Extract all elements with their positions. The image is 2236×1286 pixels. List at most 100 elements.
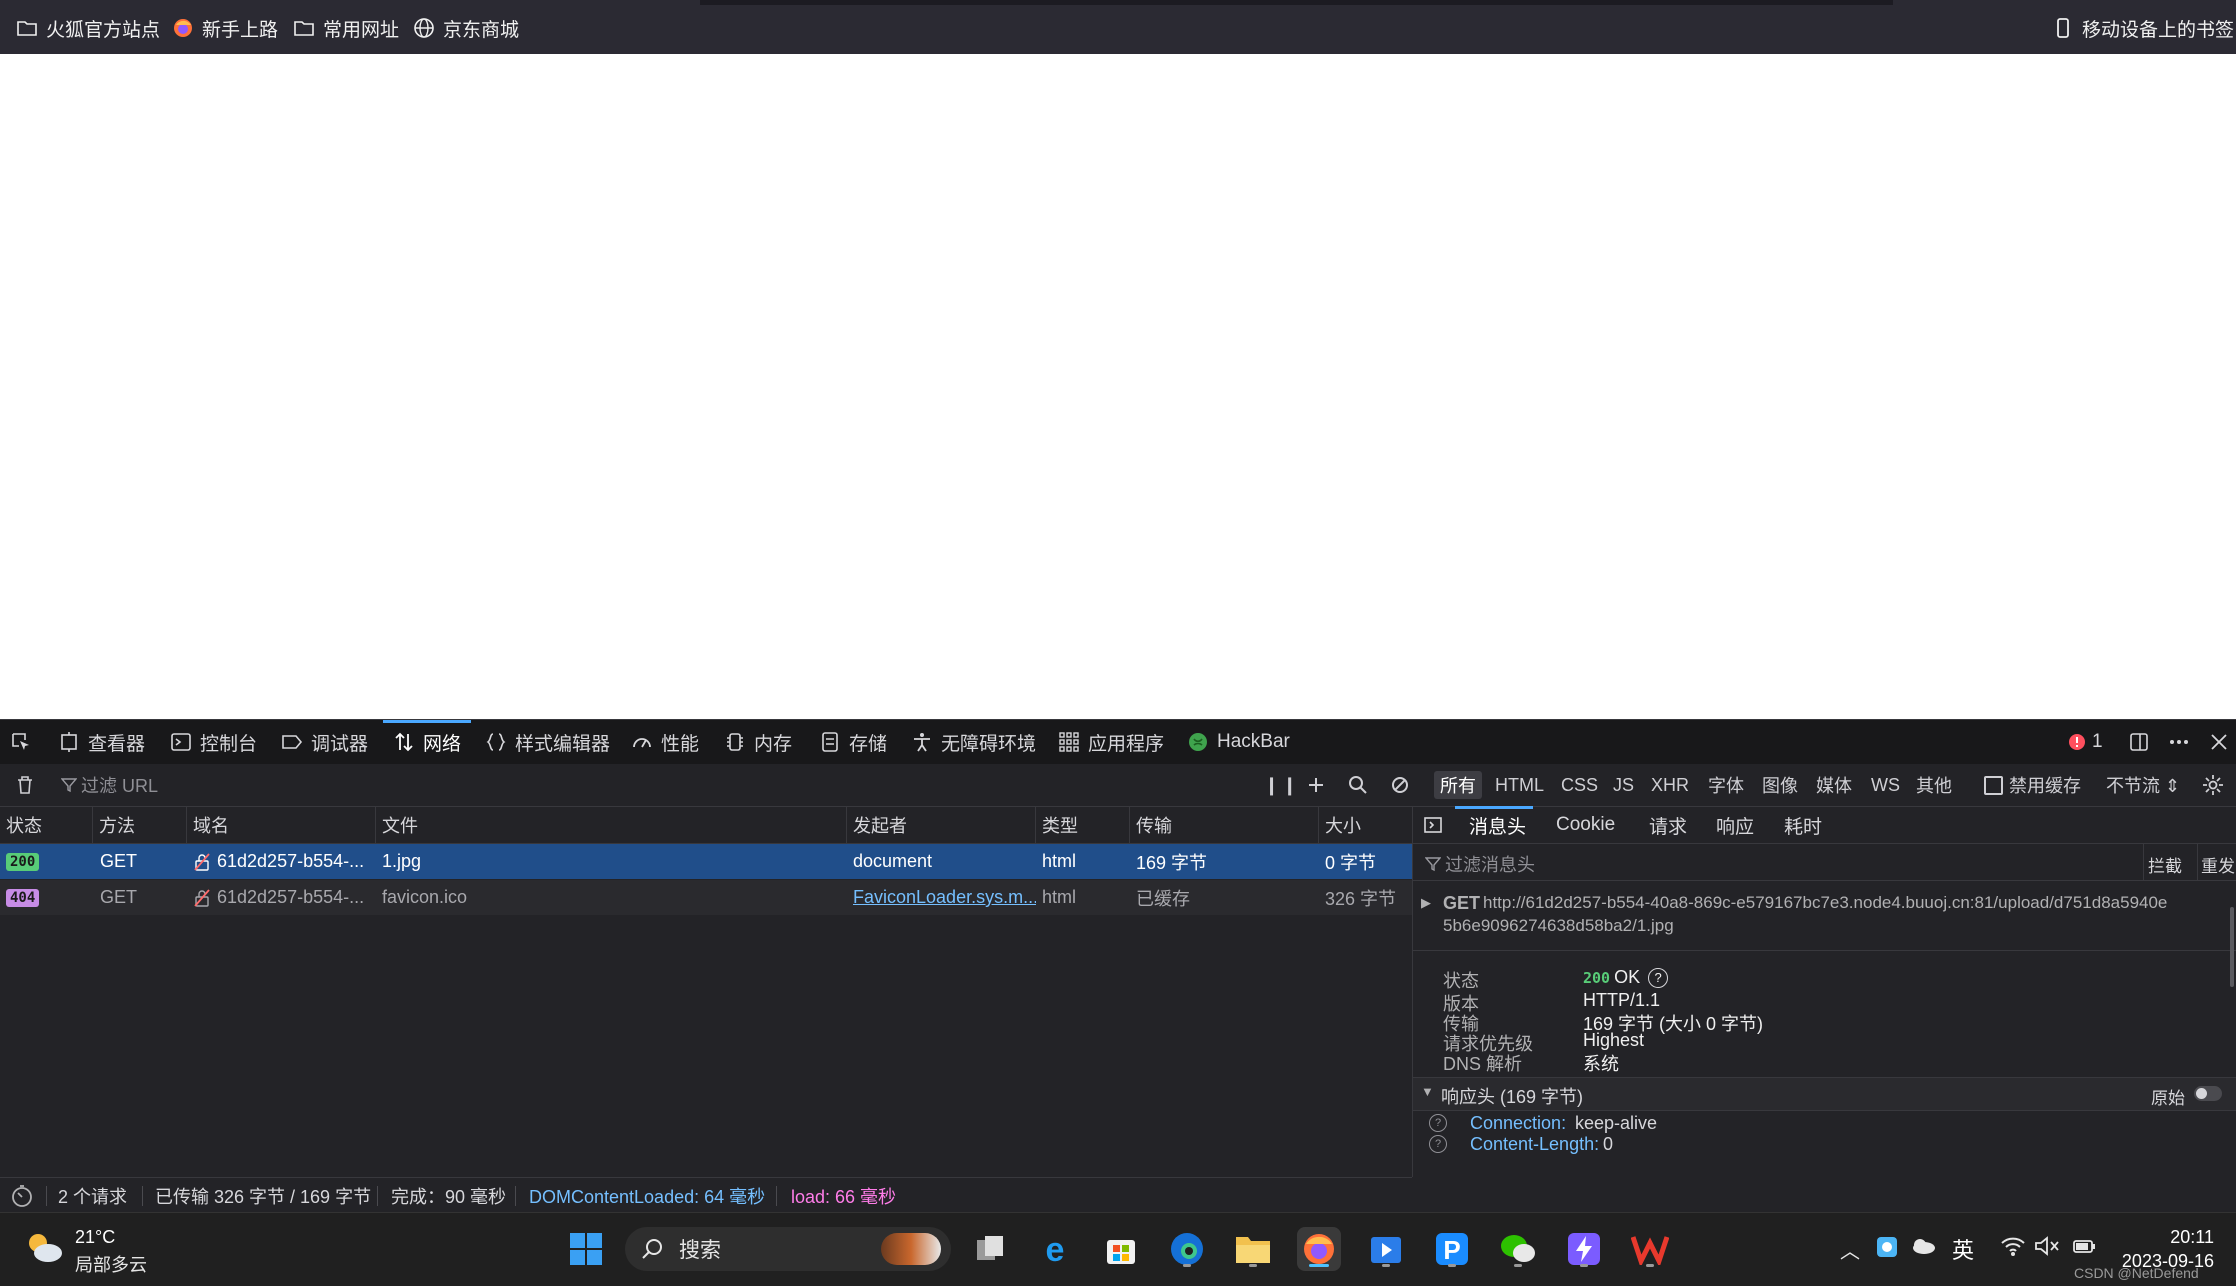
disable-cache-checkbox[interactable]: 禁用缓存 bbox=[1978, 771, 2087, 799]
table-row[interactable]: 200 GET 61d2d257-b554-... 1.jpg document… bbox=[0, 844, 1412, 879]
tab-request[interactable]: 请求 bbox=[1649, 807, 1687, 843]
tab-response[interactable]: 响应 bbox=[1716, 807, 1754, 843]
wifi-icon[interactable] bbox=[2000, 1235, 2026, 1262]
onedrive-icon[interactable] bbox=[1910, 1237, 1936, 1260]
bookmark-common-sites[interactable]: 常用网址 bbox=[293, 14, 399, 42]
wps-icon bbox=[1631, 1236, 1669, 1265]
video-app[interactable] bbox=[1364, 1227, 1408, 1271]
expand-arrow-icon[interactable]: ▶ bbox=[1421, 895, 1431, 911]
table-row[interactable]: 404 GET 61d2d257-b554-... favicon.ico Fa… bbox=[0, 880, 1412, 915]
filter-xhr[interactable]: XHR bbox=[1645, 771, 1695, 799]
column-transfer[interactable]: 传输 bbox=[1130, 807, 1319, 843]
filter-all[interactable]: 所有 bbox=[1434, 771, 1482, 799]
column-status[interactable]: 状态 bbox=[0, 807, 93, 843]
tab-console[interactable]: 控制台 bbox=[170, 720, 257, 764]
tab-application[interactable]: 应用程序 bbox=[1058, 720, 1164, 764]
size-cell: 0 字节 bbox=[1325, 852, 1377, 873]
battery-icon[interactable] bbox=[2072, 1235, 2098, 1262]
tab-storage[interactable]: 存储 bbox=[819, 720, 887, 764]
ime-indicator[interactable]: 英 bbox=[1952, 1233, 1974, 1265]
tab-hackbar[interactable]: HackBar bbox=[1187, 720, 1290, 764]
pause-button[interactable]: ❙❙ bbox=[1258, 771, 1306, 799]
tray-app-icon[interactable] bbox=[1875, 1235, 1899, 1264]
tab-timings[interactable]: 耗时 bbox=[1784, 807, 1822, 843]
toggle-sidebar-button[interactable] bbox=[1423, 807, 1443, 843]
filter-ws[interactable]: WS bbox=[1865, 771, 1906, 799]
block-requests-button[interactable] bbox=[1384, 771, 1416, 799]
network-settings-button[interactable] bbox=[2196, 771, 2230, 799]
column-domain[interactable]: 域名 bbox=[187, 807, 376, 843]
filter-media[interactable]: 媒体 bbox=[1810, 771, 1858, 799]
task-view-button[interactable] bbox=[968, 1227, 1012, 1271]
firefox-app[interactable] bbox=[1297, 1227, 1341, 1271]
element-picker-button[interactable] bbox=[10, 720, 32, 764]
wps-app[interactable] bbox=[1628, 1227, 1672, 1271]
block-button[interactable]: 拦截 bbox=[2148, 852, 2182, 877]
filter-other[interactable]: 其他 bbox=[1910, 771, 1958, 799]
help-icon[interactable]: ? bbox=[1429, 1114, 1447, 1132]
start-button[interactable] bbox=[564, 1227, 608, 1271]
throttle-select[interactable]: 不节流 ⇕ bbox=[2100, 771, 2186, 799]
store-app[interactable] bbox=[1099, 1227, 1143, 1271]
filter-url-input[interactable]: 过滤 URL bbox=[55, 771, 827, 799]
raw-toggle[interactable] bbox=[2194, 1086, 2222, 1101]
volume-muted-icon[interactable] bbox=[2034, 1235, 2060, 1262]
file-explorer-app[interactable] bbox=[1231, 1227, 1275, 1271]
filter-fonts[interactable]: 字体 bbox=[1702, 771, 1750, 799]
wechat-app[interactable] bbox=[1496, 1227, 1540, 1271]
tab-debugger[interactable]: 调试器 bbox=[281, 720, 368, 764]
red-panda-icon bbox=[881, 1233, 941, 1265]
new-request-button[interactable] bbox=[1300, 771, 1332, 799]
help-icon[interactable]: ? bbox=[1429, 1135, 1447, 1153]
filter-css[interactable]: CSS bbox=[1555, 771, 1604, 799]
column-type[interactable]: 类型 bbox=[1036, 807, 1130, 843]
bolt-app[interactable] bbox=[1562, 1227, 1606, 1271]
clear-button[interactable] bbox=[8, 771, 42, 799]
bookmark-getting-started[interactable]: 新手上路 bbox=[172, 14, 278, 42]
error-count-badge[interactable]: 1 bbox=[2066, 720, 2103, 764]
transferred-summary: 已传输 326 字节 / 169 字节 bbox=[155, 1186, 372, 1207]
weather-widget[interactable] bbox=[24, 1229, 64, 1270]
column-method[interactable]: 方法 bbox=[93, 807, 187, 843]
filter-html[interactable]: HTML bbox=[1489, 771, 1550, 799]
bookmark-mobile[interactable]: 移动设备上的书签 bbox=[2052, 14, 2234, 42]
request-url-line1: http://61d2d257-b554-40a8-869c-e579167bc… bbox=[1483, 893, 2168, 912]
dns-label: DNS 解析 bbox=[1443, 1054, 1523, 1074]
help-icon[interactable]: ? bbox=[1648, 967, 1669, 988]
dock-toggle-button[interactable] bbox=[2128, 720, 2150, 764]
tab-headers[interactable]: 消息头 bbox=[1455, 807, 1540, 843]
method-cell: GET bbox=[100, 887, 138, 907]
clock-time[interactable]: 20:11 bbox=[2134, 1227, 2214, 1248]
bookmark-firefox-official[interactable]: 火狐官方站点 bbox=[16, 14, 160, 42]
resend-button[interactable]: 重发 bbox=[2201, 852, 2235, 877]
tab-cookie[interactable]: Cookie bbox=[1556, 807, 1615, 843]
tab-inspector[interactable]: 查看器 bbox=[58, 720, 145, 764]
filter-images[interactable]: 图像 bbox=[1756, 771, 1804, 799]
close-devtools-button[interactable] bbox=[2208, 720, 2230, 764]
show-hidden-icons-button[interactable]: ︿ bbox=[1840, 1235, 1860, 1264]
ie-app[interactable]: e bbox=[1033, 1227, 1077, 1271]
tab-style-editor[interactable]: 样式编辑器 bbox=[485, 720, 610, 764]
tab-performance[interactable]: 性能 bbox=[631, 720, 699, 764]
bolt-icon bbox=[1568, 1233, 1600, 1265]
column-size[interactable]: 大小 bbox=[1319, 807, 1412, 843]
p-app[interactable]: P bbox=[1430, 1227, 1474, 1271]
column-initiator[interactable]: 发起者 bbox=[847, 807, 1036, 843]
filter-js[interactable]: JS bbox=[1607, 771, 1640, 799]
edge-app[interactable] bbox=[1165, 1227, 1209, 1271]
performance-analysis-button[interactable] bbox=[10, 1178, 34, 1213]
taskbar-search-box[interactable]: 搜索 bbox=[625, 1227, 951, 1271]
tab-accessibility[interactable]: 无障碍环境 bbox=[911, 720, 1036, 764]
more-options-button[interactable] bbox=[2168, 720, 2190, 764]
bookmark-jd-mall[interactable]: 京东商城 bbox=[413, 14, 519, 42]
globe-icon bbox=[414, 18, 434, 38]
column-file[interactable]: 文件 bbox=[376, 807, 847, 843]
plus-icon bbox=[1309, 778, 1323, 792]
initiator-link[interactable]: FaviconLoader.sys.m... bbox=[847, 880, 1036, 915]
filter-headers-input[interactable]: 过滤消息头 bbox=[1425, 851, 1535, 877]
tab-network[interactable]: 网络 bbox=[382, 720, 472, 764]
response-headers-section[interactable]: ▼ 响应头 (169 字节) 原始 bbox=[1413, 1077, 2236, 1111]
scrollbar-thumb[interactable] bbox=[2230, 907, 2234, 987]
tab-memory[interactable]: 内存 bbox=[724, 720, 792, 764]
search-button[interactable] bbox=[1342, 771, 1374, 799]
